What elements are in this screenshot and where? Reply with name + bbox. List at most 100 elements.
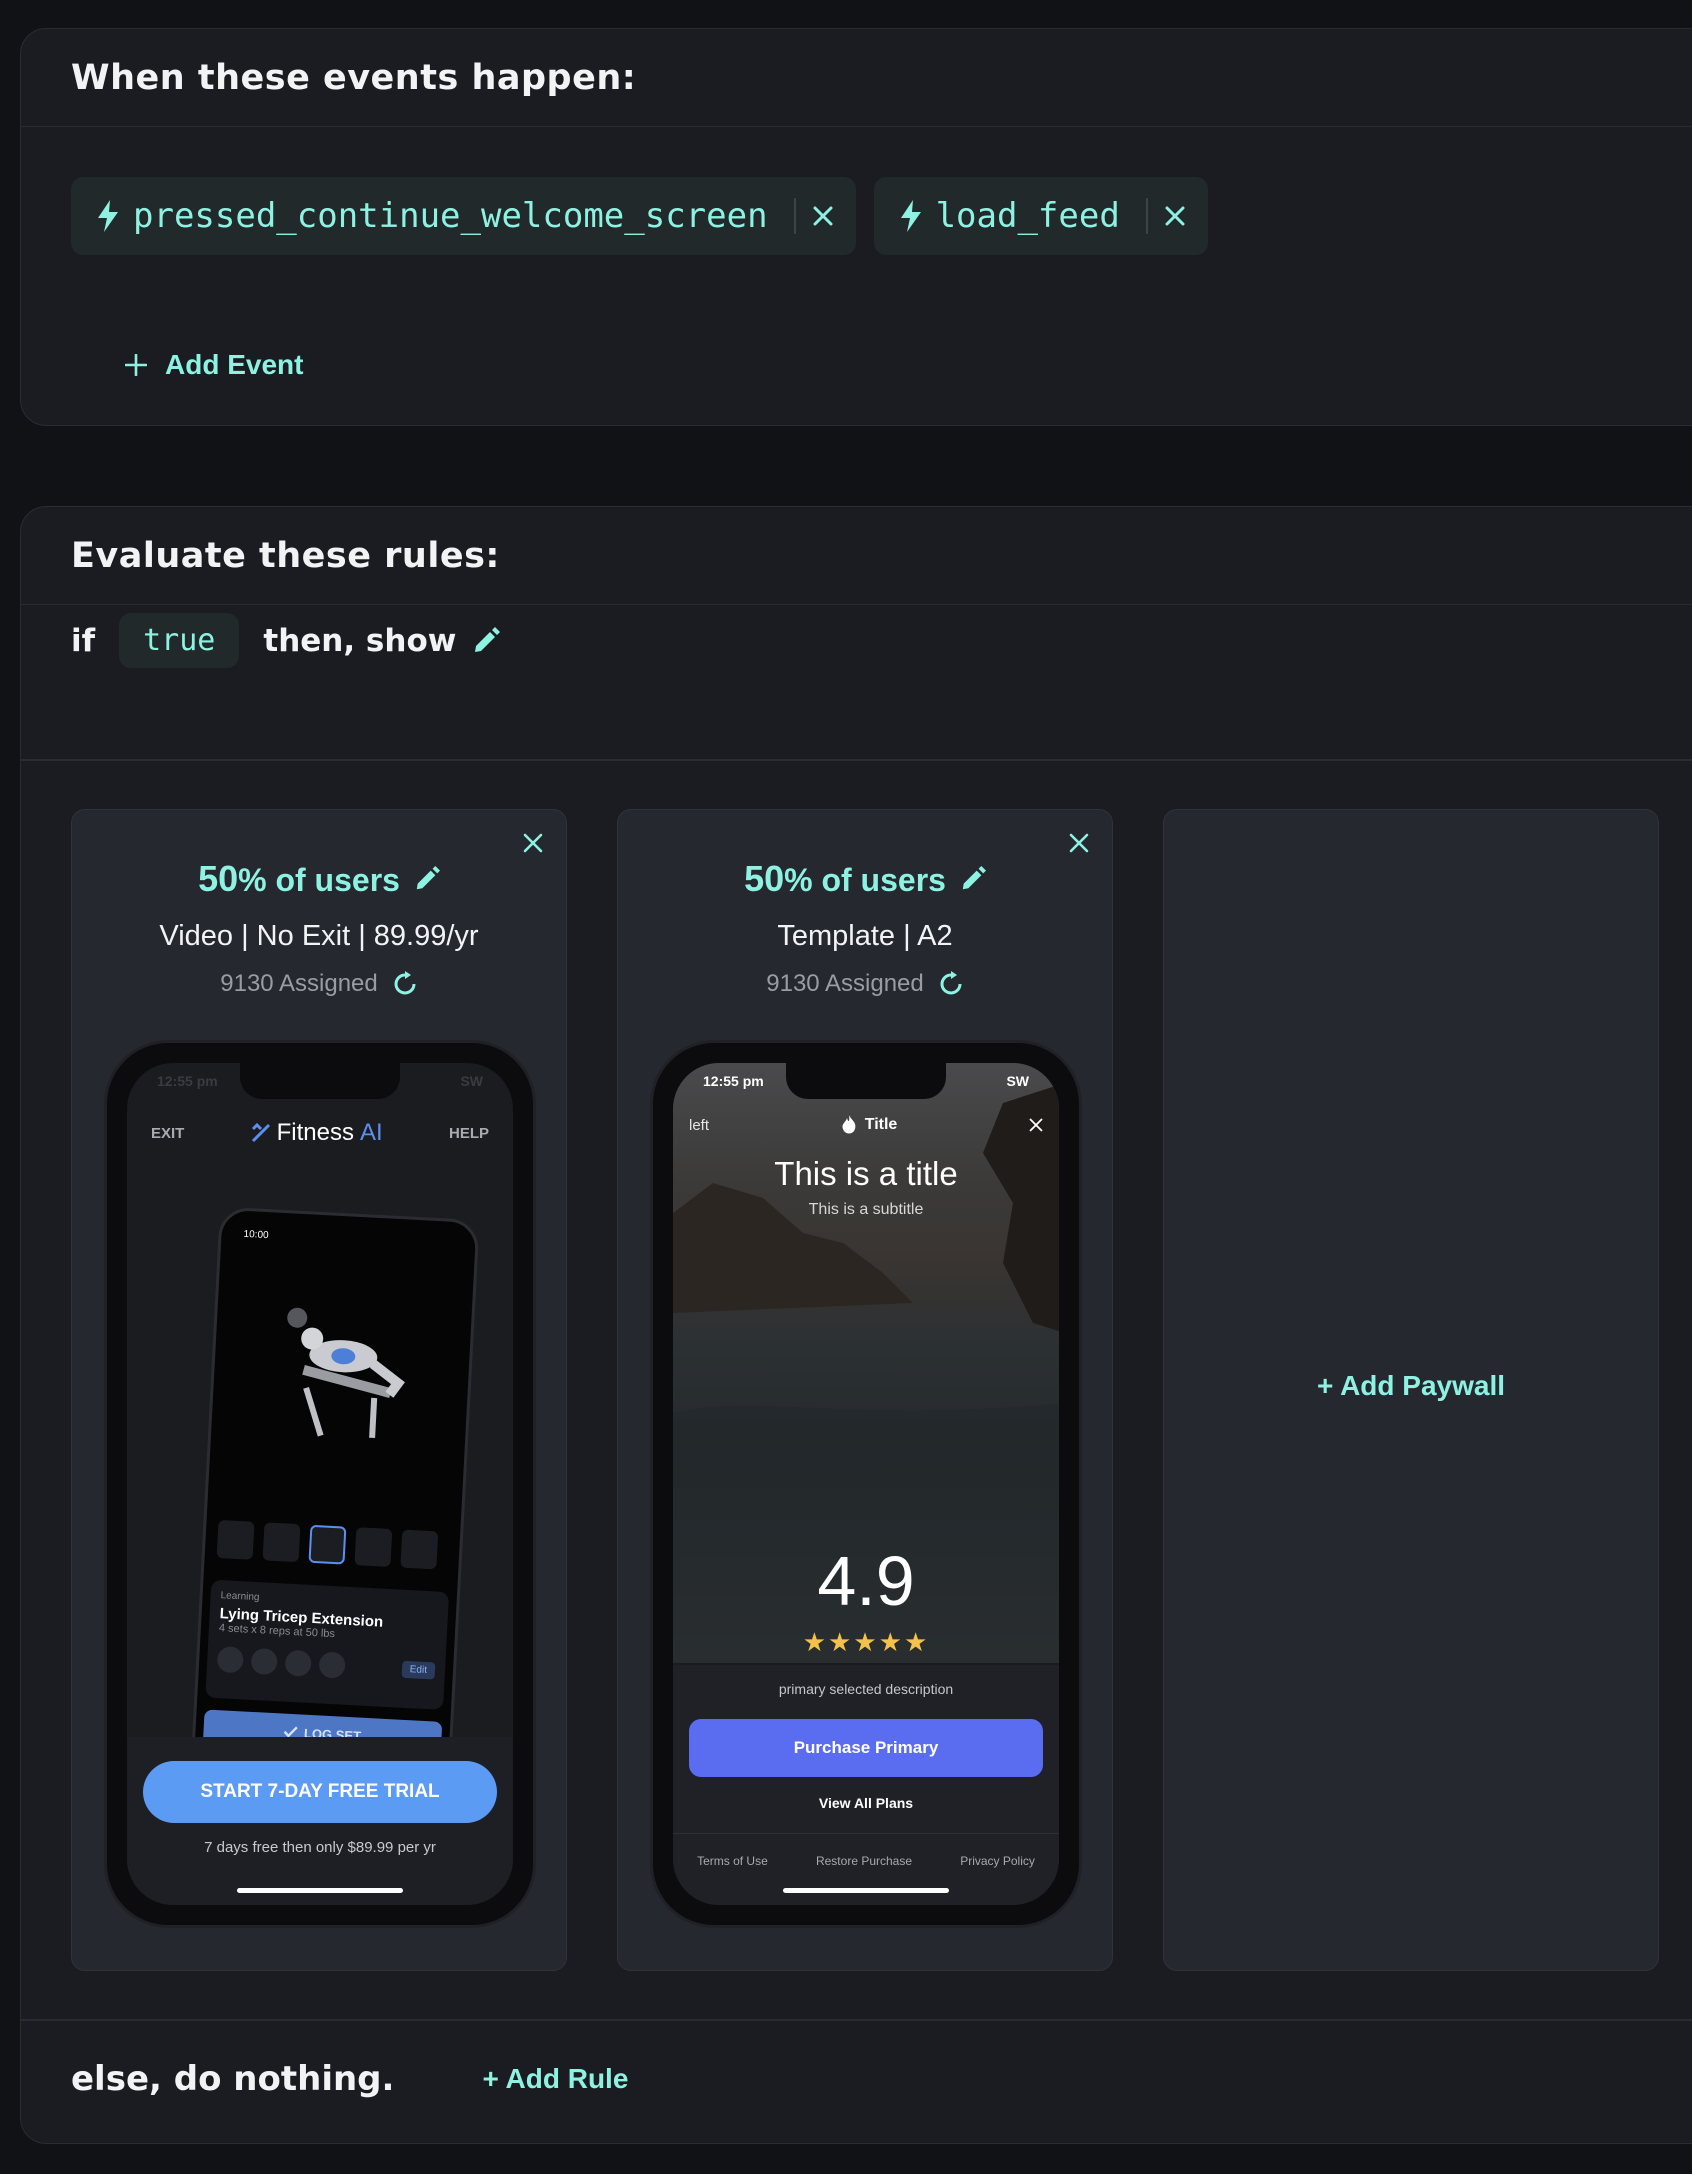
condition-expression[interactable]: true [119, 613, 240, 668]
paywall-name: Video | No Exit | 89.99/yr [159, 920, 479, 952]
events-card: When these events happen: pressed_contin… [20, 28, 1692, 426]
phone-screen: 12:55 pm SW EXIT Fitness AI HELP 10:00 L… [127, 1063, 513, 1905]
home-indicator [237, 1888, 403, 1893]
fitness-logo-icon [251, 1123, 270, 1143]
status-bar: 12:55 pm SW [157, 1073, 483, 1089]
rating-value: 4.9 [817, 1542, 915, 1620]
paywall-footer: START 7-DAY FREE TRIAL 7 days free then … [127, 1737, 513, 1905]
else-row: else, do nothing. + Add Rule [71, 2059, 628, 2099]
assigned-label: 9130 Assigned [220, 970, 378, 997]
exercise-illustration [287, 1307, 405, 1439]
traffic-percentage: 50% of users [72, 858, 566, 900]
thumbnail [400, 1529, 439, 1570]
flame-icon [842, 1115, 856, 1134]
status-bar: 12:55 pm SW [703, 1073, 1029, 1089]
edit-percentage-icon[interactable] [960, 866, 986, 892]
thumbnail-selected [308, 1524, 347, 1565]
set-dot [250, 1647, 278, 1676]
trial-note: 7 days free then only $89.99 per yr [204, 1839, 436, 1856]
assigned-count: 9130 Assigned [72, 970, 566, 998]
template-nav: left Title [673, 1115, 1059, 1135]
edit-rule-icon[interactable] [472, 626, 501, 655]
nav-title-text: Title [864, 1116, 898, 1133]
rules-card: Evaluate these rules: if true then, show… [20, 506, 1692, 2144]
privacy-link: Privacy Policy [960, 1854, 1035, 1868]
terms-link: Terms of Use [697, 1854, 768, 1868]
status-carrier: SW [460, 1073, 483, 1089]
remove-variant-icon[interactable] [522, 832, 544, 854]
app-screenshot-phone: 10:00 Learning Lying Tricep Extension 4 … [190, 1206, 480, 1786]
if-label: if [71, 622, 96, 659]
bolt-icon [98, 200, 118, 232]
paywall-variant-card[interactable]: 50% of users Video | No Exit | 89.99/yr … [71, 809, 567, 1971]
exit-label: EXIT [151, 1124, 185, 1142]
primary-description: primary selected description [778, 1681, 954, 1697]
percent-suffix: % of users [784, 862, 946, 898]
edit-badge: Edit [401, 1660, 436, 1679]
assigned-count: 9130 Assigned [618, 970, 1112, 998]
percent-suffix: % of users [238, 862, 400, 898]
star-rating: ★★★★★ [802, 1627, 930, 1657]
set-dot [216, 1646, 244, 1674]
inner-time: 10:00 [243, 1228, 269, 1242]
plus-icon [125, 354, 147, 376]
traffic-percentage: 50% of users [618, 858, 1112, 900]
add-event-button[interactable]: Add Event [125, 349, 303, 381]
purchase-primary-button: Purchase Primary [689, 1719, 1043, 1777]
rule-condition-row: if true then, show [71, 613, 501, 668]
remove-variant-icon[interactable] [1068, 832, 1090, 854]
left-label: left [689, 1116, 710, 1134]
chip-divider [793, 198, 796, 234]
reset-icon[interactable] [392, 971, 418, 997]
paywall-title: This is a title [774, 1155, 958, 1192]
else-label: else, do nothing. [71, 2059, 395, 2099]
divider [21, 759, 1692, 761]
status-time: 12:55 pm [703, 1073, 764, 1089]
paywall-preview-phone[interactable]: 12:55 pm SW EXIT Fitness AI HELP 10:00 L… [104, 1040, 536, 1928]
add-paywall-button[interactable]: + Add Paywall [1164, 1370, 1658, 1402]
bolt-icon [900, 200, 921, 232]
thumbnail [262, 1522, 301, 1563]
event-name: load_feed [935, 196, 1120, 236]
percent-value: 50 [744, 858, 785, 899]
reset-icon[interactable] [938, 971, 964, 997]
exercise-card: Learning Lying Tricep Extension 4 sets x… [205, 1579, 450, 1710]
thumbnail [354, 1527, 393, 1567]
paywall-variant-card[interactable]: 50% of users Template | A2 9130 Assigned [617, 809, 1113, 1971]
rules-card-title: Evaluate these rules: [21, 507, 1692, 605]
status-time: 12:55 pm [157, 1073, 218, 1089]
exercise-thumbnails [216, 1519, 439, 1570]
help-label: HELP [448, 1124, 489, 1142]
paywall-preview-phone[interactable]: 12:55 pm SW left Title This is a title T… [650, 1040, 1082, 1928]
thumbnail [216, 1519, 255, 1560]
start-trial-button: START 7-DAY FREE TRIAL [143, 1761, 497, 1823]
legal-links: Terms of Use Restore Purchase Privacy Po… [673, 1833, 1059, 1868]
event-chip-list: pressed_continue_welcome_screen load_fee… [71, 177, 1208, 255]
logo-accent: AI [360, 1119, 383, 1146]
event-chip[interactable]: pressed_continue_welcome_screen [71, 177, 856, 255]
events-card-title: When these events happen: [21, 29, 1692, 127]
template-footer: primary selected description Purchase Pr… [673, 1665, 1059, 1905]
remove-event-icon[interactable] [1164, 205, 1186, 227]
add-rule-button[interactable]: + Add Rule [482, 2063, 628, 2095]
percent-value: 50 [198, 858, 239, 899]
fitness-ai-logo: Fitness AI [251, 1119, 383, 1147]
add-event-label: Add Event [165, 349, 304, 380]
add-paywall-slot[interactable]: + Add Paywall [1163, 809, 1659, 1971]
logo-main: Fitness [276, 1119, 354, 1146]
chip-divider [1145, 198, 1148, 234]
remove-event-icon[interactable] [812, 205, 834, 227]
status-carrier: SW [1006, 1073, 1029, 1089]
edit-percentage-icon[interactable] [414, 866, 440, 892]
paywall-subtitle: This is a subtitle [808, 1201, 924, 1218]
restore-link: Restore Purchase [815, 1854, 913, 1868]
event-chip[interactable]: load_feed [873, 177, 1208, 255]
phone-screen: 12:55 pm SW left Title This is a title T… [673, 1063, 1059, 1905]
set-dots: Edit [216, 1646, 436, 1683]
set-dot [318, 1651, 346, 1679]
set-dot [284, 1649, 312, 1677]
nav-title: Title [841, 1115, 898, 1135]
view-all-plans-link: View All Plans [818, 1795, 914, 1811]
assigned-label: 9130 Assigned [766, 970, 924, 997]
event-name: pressed_continue_welcome_screen [133, 196, 768, 236]
